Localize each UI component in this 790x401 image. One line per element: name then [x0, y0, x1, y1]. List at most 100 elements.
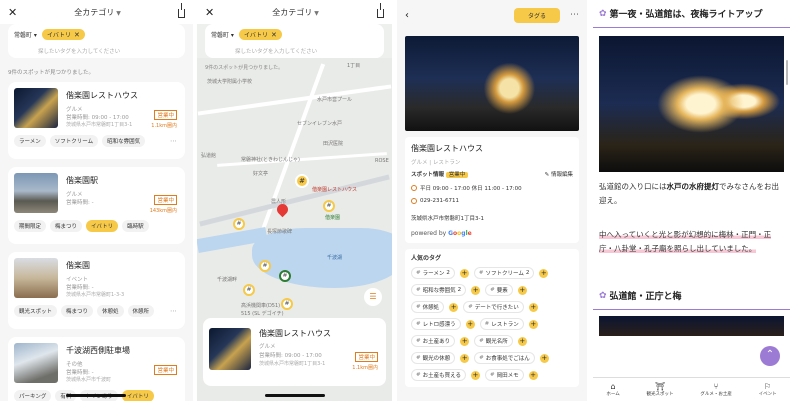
edit-info-link[interactable]: ✎ 情報編集: [545, 170, 573, 178]
spot-address: 茨城県水戸市常磐町1丁目3-1: [259, 361, 326, 367]
tag-chip[interactable]: 休憩処: [97, 305, 124, 317]
map-label: 弘道館: [201, 153, 217, 159]
more-icon[interactable]: ⋯: [170, 307, 177, 315]
tab-food[interactable]: ⑂ グルメ・お土産: [700, 382, 732, 397]
share-icon[interactable]: [178, 3, 185, 18]
plus-icon[interactable]: +: [517, 336, 527, 346]
plus-icon[interactable]: +: [449, 302, 459, 312]
paragraph-text: 弘道館の入り口には: [599, 182, 667, 191]
plus-icon[interactable]: +: [459, 268, 469, 278]
area-filter[interactable]: 常磐町 ▾: [14, 30, 37, 39]
spot-card[interactable]: 偕楽園駅 グルメ 営業時間: - 営業中 143km圏内 期間限定 梅まつり イ…: [8, 167, 185, 244]
plus-icon[interactable]: +: [460, 353, 470, 363]
popular-tags-section: 人気のタグ # ラーメン 2 + # ソフトクリーム 2 + # 昭和な雰囲気 2 + # 要素 +…: [405, 249, 579, 387]
tab-home[interactable]: ⌂ ホーム: [606, 382, 619, 397]
spot-phone[interactable]: 029-231-6711: [420, 198, 459, 204]
paragraph-highlight: 中へ入っていくと光と影が幻想的に梅林・正門・正庁・八卦堂・孔子廟を照らし出してい…: [599, 230, 772, 253]
tag-label: ソフトクリーム: [485, 271, 524, 277]
status-badge: 営業中: [445, 172, 469, 178]
spot-pin[interactable]: #: [259, 260, 271, 272]
selected-spot-pin[interactable]: #: [295, 174, 309, 188]
scrollbar[interactable]: [786, 60, 788, 85]
popular-tag[interactable]: # お食事処でごはん: [474, 352, 535, 364]
tag-chip[interactable]: パーキング: [14, 390, 52, 401]
tag-label: お土産あり: [422, 339, 451, 345]
plus-icon[interactable]: +: [471, 285, 481, 295]
area-filter[interactable]: 常磐町 ▾: [211, 30, 234, 39]
result-count: 9件のスポットが見つかりました。: [205, 65, 284, 71]
remove-tag-icon[interactable]: ✕: [271, 31, 277, 39]
remove-tag-icon[interactable]: ✕: [74, 31, 80, 39]
tag-label: レストラン: [491, 322, 519, 328]
tag-button[interactable]: タグる: [513, 7, 560, 23]
spot-pin[interactable]: #: [243, 284, 255, 296]
popular-tag[interactable]: # ソフトクリーム 2: [473, 267, 535, 279]
plus-icon[interactable]: +: [470, 370, 480, 380]
popular-tag[interactable]: # お土産も買える: [411, 369, 466, 381]
map-spot-card[interactable]: 偕楽園レストハウス グルメ 営業時間: 09:00 - 17:00 茨城県水戸市…: [203, 318, 386, 386]
close-icon[interactable]: ✕: [205, 6, 214, 19]
tag-chip[interactable]: 梅まつり: [50, 220, 83, 232]
spot-pin[interactable]: #: [233, 218, 245, 230]
plus-icon[interactable]: +: [528, 370, 538, 380]
popular-tag[interactable]: # ラーメン 2: [411, 267, 455, 279]
popular-tag[interactable]: # レストラン: [479, 318, 524, 330]
plus-icon[interactable]: +: [539, 268, 549, 278]
plus-icon[interactable]: +: [528, 302, 538, 312]
spot-card[interactable]: 偕楽園レストハウス グルメ 営業時間: 09:00 - 17:00 茨城県水戸市…: [8, 82, 185, 159]
more-icon[interactable]: ⋯: [570, 10, 579, 20]
category-selector[interactable]: 全カテゴリ ▼: [74, 7, 121, 18]
tab-spots[interactable]: ⛩ 観光スポット: [647, 382, 674, 397]
spot-thumbnail: [14, 88, 58, 128]
plus-icon[interactable]: +: [539, 353, 549, 363]
popular-tag[interactable]: # 休憩処: [411, 301, 445, 313]
plus-icon[interactable]: +: [517, 285, 527, 295]
spot-card[interactable]: 偕楽園 イベント 営業時間: - 茨城県水戸市常磐町1-3-3 観光スポット 梅…: [8, 252, 185, 329]
spot-card[interactable]: 千波湖西側駐車場 その他 営業時間: - 茨城県水戸市千波町 営業中 パーキング…: [8, 337, 185, 401]
back-icon[interactable]: ‹: [405, 10, 409, 21]
tag-chip[interactable]: ラーメン: [14, 135, 46, 147]
tag-chip[interactable]: 休憩所: [127, 305, 155, 317]
popular-tag[interactable]: # デートで行きたい: [463, 301, 524, 313]
spot-pin[interactable]: #: [281, 298, 293, 310]
map-label: 偕楽園: [325, 215, 341, 221]
spot-info-section: 偕楽園レストハウス グルメ | レストラン スポット情報 営業中 ✎ 情報編集 …: [405, 137, 579, 243]
flower-icon: ✿: [599, 290, 607, 301]
plus-icon[interactable]: +: [460, 336, 470, 346]
active-tag-chip[interactable]: イバトリ ✕: [238, 29, 282, 40]
spot-genre: イベント: [66, 277, 89, 283]
tag-chip[interactable]: 期間限定: [14, 220, 47, 232]
tag-label: デートで行きたい: [474, 305, 519, 311]
popular-tag[interactable]: # 要素: [485, 284, 513, 296]
plus-icon[interactable]: +: [528, 319, 538, 329]
popular-tag[interactable]: # レトロ感漂う: [411, 318, 461, 330]
scroll-top-button[interactable]: ⌃: [760, 346, 780, 366]
map-label: 千波湖: [327, 255, 343, 261]
share-icon[interactable]: [377, 3, 384, 18]
popular-tag[interactable]: # 観光名所: [474, 335, 513, 347]
spot-pin[interactable]: #: [323, 200, 335, 212]
popular-tag[interactable]: # 観光の休憩: [411, 352, 456, 364]
chevron-down-icon: ▼: [314, 9, 319, 17]
tag-chip[interactable]: イバトリ: [86, 220, 119, 232]
active-tag-chip[interactable]: イバトリ ✕: [41, 29, 85, 40]
tab-event[interactable]: ⚐ イベント: [759, 382, 777, 397]
tag-search-input[interactable]: 探したいタグを入力してください: [235, 47, 317, 55]
plus-icon[interactable]: +: [465, 319, 475, 329]
tag-chip[interactable]: 昭和な雰囲気: [102, 135, 146, 147]
popular-tag[interactable]: # お土産あり: [411, 335, 456, 347]
popular-tag[interactable]: # 昭和な雰囲気 2: [411, 284, 467, 296]
close-icon[interactable]: ✕: [8, 6, 17, 19]
tag-chip[interactable]: 臨時駅: [122, 220, 149, 232]
tag-chip[interactable]: 観光スポット: [14, 305, 58, 317]
tag-chip[interactable]: イバトリ: [121, 390, 154, 401]
more-icon[interactable]: ⋯: [170, 137, 177, 145]
spot-pin[interactable]: #: [279, 270, 291, 282]
category-selector[interactable]: 全カテゴリ ▼: [272, 7, 319, 18]
tag-chip[interactable]: 梅まつり: [61, 305, 94, 317]
popular-tag[interactable]: # 岡田メモ: [484, 369, 524, 381]
list-view-button[interactable]: ☰: [364, 288, 382, 306]
area-filter-label: 常磐町: [14, 32, 33, 39]
tag-chip[interactable]: ソフトクリーム: [49, 135, 99, 147]
tag-search-input[interactable]: 探したいタグを入力してください: [38, 47, 120, 55]
